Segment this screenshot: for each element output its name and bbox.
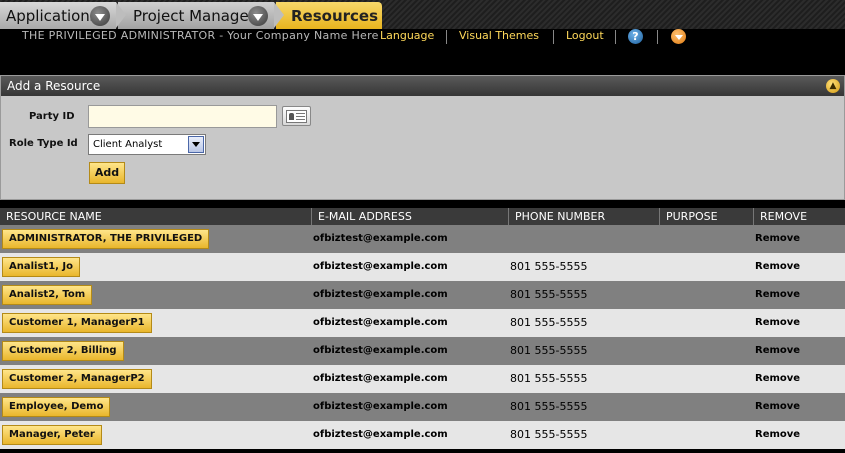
email-cell: ofbiztest@example.com xyxy=(313,345,448,356)
resource-name-button[interactable]: ADMINISTRATOR, THE PRIVILEGED xyxy=(2,229,210,249)
role-type-value: Client Analyst xyxy=(93,139,163,150)
app-window: Applications Project Manager Resources T… xyxy=(0,0,845,453)
help-icon[interactable]: ? xyxy=(628,29,643,44)
resource-name-button[interactable]: Employee, Demo xyxy=(2,397,111,417)
table-row: Employee, Demo ofbiztest@example.com 801… xyxy=(0,393,845,421)
email-cell: ofbiztest@example.com xyxy=(313,373,448,384)
add-resource-panel: Add a Resource ▲ Party ID Role Type Id C… xyxy=(0,75,845,200)
email-cell: ofbiztest@example.com xyxy=(313,261,448,272)
divider xyxy=(553,30,554,44)
remove-link[interactable]: Remove xyxy=(755,393,800,421)
resource-name-button[interactable]: Manager, Peter xyxy=(2,425,102,445)
header-bar: THE PRIVILEGED ADMINISTRATOR - Your Comp… xyxy=(0,29,845,69)
role-type-label: Role Type Id xyxy=(9,138,78,149)
lookup-icon[interactable] xyxy=(282,106,311,126)
remove-link[interactable]: Remove xyxy=(755,309,800,337)
collapse-up-icon[interactable]: ▲ xyxy=(826,79,840,93)
table-row: Analist1, Jo ofbiztest@example.com 801 5… xyxy=(0,253,845,281)
resource-name-button[interactable]: Customer 2, ManagerP2 xyxy=(2,369,152,389)
email-cell: ofbiztest@example.com xyxy=(313,317,448,328)
tab-applications-label: Applications xyxy=(6,6,98,25)
add-button[interactable]: Add xyxy=(89,162,125,184)
phone-cell: 801 555-5555 xyxy=(510,316,588,329)
remove-link[interactable]: Remove xyxy=(755,421,800,449)
column-header-resource-name: RESOURCE NAME xyxy=(6,210,102,223)
email-cell: ofbiztest@example.com xyxy=(313,429,448,440)
table-row: Customer 2, ManagerP2 ofbiztest@example.… xyxy=(0,365,845,393)
email-cell: ofbiztest@example.com xyxy=(313,289,448,300)
tab-resources-label: Resources xyxy=(291,6,379,25)
logout-link[interactable]: Logout xyxy=(566,29,604,43)
app-bar: Applications Project Manager Resources xyxy=(0,0,845,29)
tab-project-manager-label: Project Manager xyxy=(133,6,255,25)
phone-cell: 801 555-5555 xyxy=(510,288,588,301)
language-link[interactable]: Language xyxy=(380,29,434,43)
party-id-input[interactable] xyxy=(88,105,277,128)
table-row: Manager, Peter ofbiztest@example.com 801… xyxy=(0,421,845,449)
resource-name-button[interactable]: Customer 1, ManagerP1 xyxy=(2,313,152,333)
resource-name-button[interactable]: Analist2, Tom xyxy=(2,285,93,305)
phone-cell: 801 555-5555 xyxy=(510,400,588,413)
column-header-purpose: PURPOSE xyxy=(659,208,753,225)
table-header: RESOURCE NAME E-MAIL ADDRESS PHONE NUMBE… xyxy=(0,208,845,225)
remove-link[interactable]: Remove xyxy=(755,337,800,365)
remove-link[interactable]: Remove xyxy=(755,225,800,253)
chevron-down-icon[interactable] xyxy=(248,6,268,26)
chevron-down-icon[interactable] xyxy=(90,6,110,26)
visual-themes-link[interactable]: Visual Themes xyxy=(459,29,539,43)
column-header-remove: REMOVE xyxy=(753,208,845,225)
phone-cell: 801 555-5555 xyxy=(510,372,588,385)
role-type-select[interactable]: Client Analyst xyxy=(88,134,206,155)
tab-resources[interactable]: Resources xyxy=(276,2,382,29)
panel-title: Add a Resource xyxy=(1,76,844,96)
dropdown-menu-icon[interactable] xyxy=(671,29,686,44)
user-company-text: THE PRIVILEGED ADMINISTRATOR - Your Comp… xyxy=(22,29,379,42)
id-card-icon xyxy=(286,110,307,123)
table-row: Customer 2, Billing ofbiztest@example.co… xyxy=(0,337,845,365)
remove-link[interactable]: Remove xyxy=(755,365,800,393)
phone-cell: 801 555-5555 xyxy=(510,344,588,357)
column-header-phone: PHONE NUMBER xyxy=(508,208,659,225)
table-row: Customer 1, ManagerP1 ofbiztest@example.… xyxy=(0,309,845,337)
table-row: ADMINISTRATOR, THE PRIVILEGED ofbiztest@… xyxy=(0,225,845,253)
phone-cell: 801 555-5555 xyxy=(510,428,588,441)
email-cell: ofbiztest@example.com xyxy=(313,233,448,244)
resource-name-button[interactable]: Customer 2, Billing xyxy=(2,341,124,361)
chevron-down-icon[interactable] xyxy=(188,136,204,153)
divider xyxy=(615,30,616,44)
resource-name-button[interactable]: Analist1, Jo xyxy=(2,257,81,277)
tab-applications[interactable]: Applications xyxy=(0,2,126,29)
divider xyxy=(657,30,658,44)
divider xyxy=(446,30,447,44)
tab-project-manager[interactable]: Project Manager xyxy=(118,2,284,29)
email-cell: ofbiztest@example.com xyxy=(313,401,448,412)
panel-title-text: Add a Resource xyxy=(7,79,101,93)
column-header-email: E-MAIL ADDRESS xyxy=(311,208,508,225)
remove-link[interactable]: Remove xyxy=(755,281,800,309)
table-row: Analist2, Tom ofbiztest@example.com 801 … xyxy=(0,281,845,309)
party-id-label: Party ID xyxy=(29,111,75,122)
phone-cell: 801 555-5555 xyxy=(510,260,588,273)
remove-link[interactable]: Remove xyxy=(755,253,800,281)
